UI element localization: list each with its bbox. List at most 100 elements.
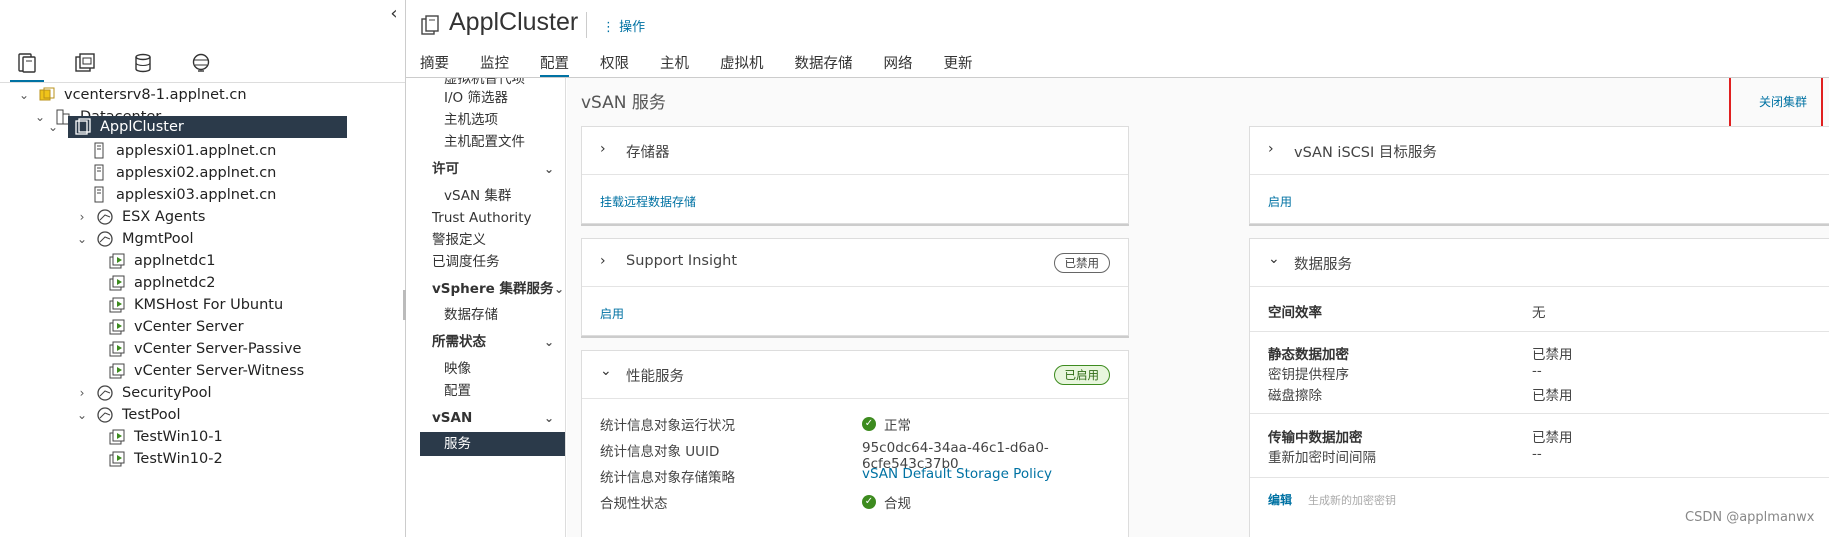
resource-pool-icon [96, 406, 114, 424]
tab-updates[interactable]: 更新 [944, 52, 973, 78]
expand-toggle-icon[interactable]: › [74, 386, 90, 400]
submenu-item-datastores[interactable]: 数据存储 [414, 303, 565, 327]
card-header[interactable]: ⌄ 性能服务 已启用 [582, 351, 1128, 399]
tab-datastores[interactable]: 数据存储 [795, 52, 853, 78]
card-title: 性能服务 [626, 369, 684, 385]
submenu-item-services[interactable]: 服务 [420, 432, 565, 456]
resource-pool-icon [96, 208, 114, 226]
inventory-view-tabs [8, 46, 240, 83]
submenu-item-vsan-cluster[interactable]: vSAN 集群 [414, 184, 565, 208]
submenu-group-desired-state[interactable]: 所需状态 ⌄ [414, 330, 565, 354]
tree-node-label: applesxi01.applnet.cn [116, 143, 277, 159]
submenu-item-host-profile[interactable]: 主机配置文件 [414, 130, 565, 154]
pane-resize-handle[interactable] [403, 290, 406, 320]
host-icon [90, 186, 108, 204]
enable-link[interactable]: 启用 [600, 305, 624, 322]
resource-pool-icon [96, 230, 114, 248]
submenu-group-label: 所需状态 [432, 334, 486, 350]
kv-value: -- [1532, 446, 1542, 462]
tree-node-label: applesxi03.applnet.cn [116, 187, 277, 203]
vms-templates-icon[interactable] [66, 46, 104, 80]
kv-value: 已禁用 [1532, 388, 1573, 404]
submenu-item-scheduled-tasks[interactable]: 已调度任务 [414, 250, 565, 274]
expand-toggle-icon[interactable]: ⌄ [16, 88, 32, 102]
tab-permissions[interactable]: 权限 [600, 52, 629, 78]
kv-key: 重新加密时间间隔 [1268, 450, 1376, 466]
expand-toggle-icon[interactable]: ⌄ [32, 110, 48, 124]
actions-menu-button[interactable]: ⋮ 操作 [602, 16, 645, 35]
hosts-clusters-icon[interactable] [8, 46, 46, 83]
tree-node-label: TestWin10-1 [134, 429, 223, 445]
storage-card: › 存储器 挂载远程数据存储 [581, 126, 1129, 224]
storage-icon[interactable] [124, 46, 162, 80]
inventory-navigator: ‹ ⌄ vcentersrv8-1.applnet.cn ⌄ Datacente… [0, 0, 406, 537]
expand-toggle-icon[interactable]: ⌄ [74, 408, 90, 422]
kv-value: 已禁用 [1532, 430, 1573, 446]
submenu-group-licensing[interactable]: 许可 ⌄ [414, 157, 565, 181]
mount-remote-datastore-link[interactable]: 挂载远程数据存储 [600, 193, 696, 210]
vsan-services-panel: vSAN 服务 关闭集群 › 存储器 挂载远程数据存储 › Support In… [567, 78, 1829, 537]
divider [1250, 331, 1829, 332]
kv-key: 统计信息对象运行状况 [600, 418, 735, 434]
tab-networks[interactable]: 网络 [884, 52, 913, 78]
tree-node-label: ESX Agents [122, 209, 206, 225]
tree-node-label: KMSHost For Ubuntu [134, 297, 284, 313]
submenu-item-trust-authority[interactable]: Trust Authority [414, 206, 565, 230]
card-title: 数据服务 [1294, 257, 1352, 273]
collapse-navigator-icon[interactable]: ‹ [386, 4, 402, 24]
submenu-item-alarm-definitions[interactable]: 警报定义 [414, 228, 565, 252]
submenu-item-io-filters[interactable]: I/O 筛选器 [414, 86, 565, 110]
generate-new-key-link[interactable]: 生成新的加密密钥 [1308, 492, 1396, 508]
cluster-icon [420, 14, 442, 40]
card-title: 存储器 [626, 145, 670, 161]
networking-icon[interactable] [182, 46, 220, 80]
tab-vms[interactable]: 虚拟机 [720, 52, 764, 78]
expand-toggle-icon[interactable]: ⌄ [48, 120, 58, 134]
tab-configure[interactable]: 配置 [540, 52, 569, 78]
vm-icon [108, 450, 126, 468]
cluster-icon [74, 118, 92, 136]
tree-node-label: vCenter Server-Witness [134, 363, 305, 379]
tree-node-label: TestPool [122, 407, 181, 423]
submenu-item-image[interactable]: 映像 [414, 357, 565, 381]
card-header[interactable]: › vSAN iSCSI 目标服务 [1250, 127, 1829, 175]
kv-row: 空间效率 无 [1268, 301, 1829, 323]
tree-node-label: vCenter Server-Passive [134, 341, 302, 357]
kv-value: 无 [1532, 305, 1546, 321]
vm-icon [108, 318, 126, 336]
vsan-iscsi-card: › vSAN iSCSI 目标服务 启用 [1249, 126, 1829, 224]
kv-row: 统计信息对象运行状况 ✓ 正常 [600, 414, 1110, 436]
storage-policy-link[interactable]: vSAN Default Storage Policy [862, 466, 1052, 482]
submenu-item-host-options[interactable]: 主机选项 [414, 108, 565, 132]
tab-hosts[interactable]: 主机 [660, 52, 689, 78]
submenu-group-vsan[interactable]: vSAN ⌄ [414, 406, 565, 430]
status-badge: 已启用 [1053, 365, 1110, 385]
expand-toggle-icon[interactable]: › [74, 210, 90, 224]
tree-node-cluster-selected[interactable]: ApplCluster [68, 116, 347, 138]
kv-row: 磁盘擦除 已禁用 [1268, 384, 1829, 406]
submenu-group-vsphere-cluster-services[interactable]: vSphere 集群服务 ⌄ [414, 277, 565, 301]
submenu-item-configuration[interactable]: 配置 [414, 379, 565, 403]
tree-node-label: vCenter Server [134, 319, 244, 335]
vm-icon [108, 362, 126, 380]
chevron-down-icon: ⌄ [553, 282, 564, 296]
enable-link[interactable]: 启用 [1268, 193, 1292, 210]
kv-key: 静态数据加密 [1268, 347, 1349, 363]
tree-node-vm[interactable]: TestWin10-2 [108, 446, 223, 472]
tab-summary[interactable]: 摘要 [420, 52, 449, 78]
host-icon [90, 142, 108, 160]
kv-key: 统计信息对象存储策略 [600, 470, 735, 486]
edit-link[interactable]: 编辑 [1268, 491, 1292, 508]
card-title: Support Insight [626, 253, 738, 269]
object-tabs: 摘要 监控 配置 权限 主机 虚拟机 数据存储 网络 更新 [420, 52, 1004, 78]
card-header[interactable]: ⌄ 数据服务 [1250, 239, 1829, 287]
tab-monitor[interactable]: 监控 [480, 52, 509, 78]
card-header[interactable]: › 存储器 [582, 127, 1128, 175]
card-header[interactable]: › Support Insight 已禁用 [582, 239, 1128, 287]
expand-toggle-icon[interactable]: ⌄ [74, 232, 90, 246]
kv-value-text: 正常 [884, 418, 911, 434]
kv-value: ✓ 合规 [862, 492, 911, 512]
chevron-right-icon: › [600, 253, 606, 269]
kv-key: 传输中数据加密 [1268, 430, 1363, 446]
chevron-down-icon: ⌄ [1268, 251, 1280, 267]
